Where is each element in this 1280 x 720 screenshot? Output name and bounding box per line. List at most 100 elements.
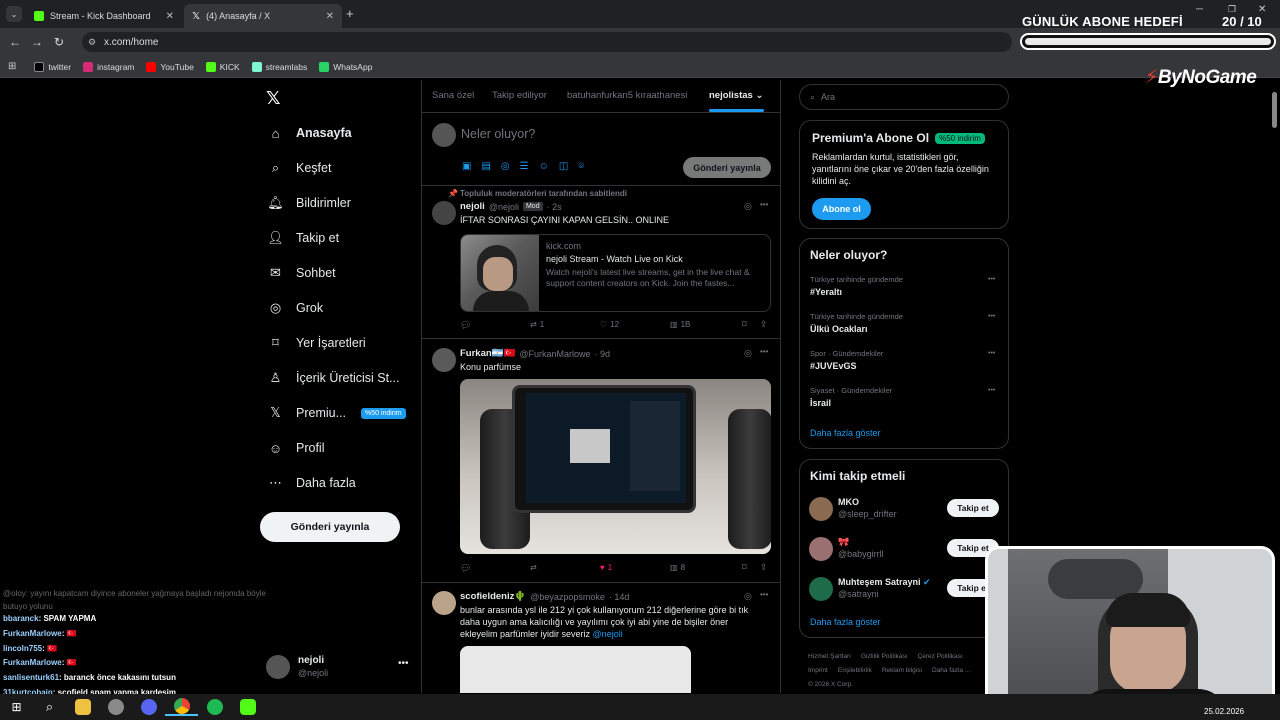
search-input[interactable]: ⌕ Ara: [799, 84, 1009, 110]
back-icon[interactable]: ←: [4, 35, 26, 49]
discord-button[interactable]: [132, 699, 165, 715]
footer-link[interactable]: Imprint: [808, 667, 828, 674]
post-author-name[interactable]: nejoli: [460, 201, 485, 212]
page-scrollbar[interactable]: [1272, 92, 1277, 128]
reply-button[interactable]: 💬︎: [460, 320, 474, 331]
tab-for-you[interactable]: Sana özel: [432, 90, 474, 101]
suggestion-avatar[interactable]: [809, 577, 833, 601]
post-photo[interactable]: [460, 646, 691, 693]
grok-icon[interactable]: ◎: [744, 201, 752, 212]
post-author-handle[interactable]: @beyazpopsmoke: [530, 592, 605, 602]
post-time[interactable]: · 2s: [547, 202, 562, 212]
post-avatar[interactable]: [432, 348, 456, 372]
follow-button[interactable]: Takip et: [947, 499, 999, 517]
poll-icon[interactable]: ☰: [520, 161, 529, 172]
share-button[interactable]: ⇪: [760, 562, 768, 573]
nav-item-profile[interactable]: ☺ Profil: [268, 438, 325, 458]
nav-item-more-circle[interactable]: ⋯ Daha fazla: [268, 473, 356, 493]
forward-icon[interactable]: →: [26, 35, 48, 49]
share-button[interactable]: ⇪: [760, 319, 768, 330]
footer-link[interactable]: Hizmet Şartları: [808, 653, 851, 660]
trend-name[interactable]: İsrail: [810, 398, 831, 408]
compose-post-button[interactable]: Gönderi yayınla: [683, 157, 771, 178]
post-button[interactable]: Gönderi yayınla: [260, 512, 400, 542]
who-show-more[interactable]: Daha fazla göster: [810, 617, 881, 627]
start-button[interactable]: ⊞: [0, 700, 33, 714]
more-dots-icon[interactable]: •••: [988, 276, 995, 283]
post-photo[interactable]: [460, 379, 771, 554]
browser-tab-kick[interactable]: Stream - Kick Dashboard ✕: [26, 4, 182, 28]
post-author-handle[interactable]: @FurkanMarlowe: [519, 349, 590, 359]
kick-studio-button[interactable]: [231, 699, 264, 715]
reload-icon[interactable]: ↻: [48, 35, 70, 49]
bookmark-instagram[interactable]: instagram: [83, 61, 134, 72]
nav-item-mail[interactable]: ✉ Sohbet: [268, 263, 336, 283]
reply-button[interactable]: 💬︎: [460, 563, 474, 574]
emoji-icon[interactable]: ☺: [539, 161, 549, 172]
more-dots-icon[interactable]: •••: [988, 387, 995, 394]
post-author-name[interactable]: scofieldeniz🌵: [460, 591, 526, 602]
x-home-logo[interactable]: 𝕏: [266, 88, 281, 109]
grok-icon[interactable]: ◎: [744, 591, 752, 602]
suggestion-name[interactable]: Muhteşem Satrayni ✔: [838, 577, 931, 588]
link-card[interactable]: kick.com nejoli Stream - Watch Live on K…: [460, 234, 771, 312]
new-tab-button[interactable]: +: [346, 6, 354, 21]
browser-tab-x[interactable]: 𝕏 (4) Anasayfa / X ✕: [184, 4, 342, 28]
trend-name[interactable]: #Yeraltı: [810, 287, 842, 297]
post-avatar[interactable]: [432, 591, 456, 615]
tab-following[interactable]: Takip ediliyor: [492, 90, 547, 101]
bookmark-youtube[interactable]: YouTube: [146, 61, 194, 72]
repost-button[interactable]: ⇄: [530, 563, 540, 572]
nav-item-bookmark[interactable]: ⌑ Yer İşaretleri: [268, 333, 366, 353]
footer-link[interactable]: Daha fazla ...: [932, 667, 970, 674]
footer-link[interactable]: Gizlilik Politikası: [861, 653, 908, 660]
account-switcher[interactable]: nejoli @nejoli •••: [266, 652, 416, 684]
post-scofieldeniz[interactable]: scofieldeniz🌵 @beyazpopsmoke · 14d ◎ •••…: [422, 584, 780, 693]
footer-link[interactable]: Erişilebilirlik: [838, 667, 872, 674]
nav-item-creator-studio[interactable]: ♙ İçerik Üreticisi St...: [268, 368, 400, 388]
post-time[interactable]: · 14d: [609, 592, 630, 602]
nav-item-search[interactable]: ⌕ Keşfet: [268, 158, 332, 178]
spotify-button[interactable]: [198, 699, 231, 715]
more-dots-icon[interactable]: •••: [760, 200, 768, 209]
chrome-button[interactable]: [165, 698, 198, 716]
nav-item-x-premium[interactable]: 𝕏 Premiu... %50 indirim: [268, 403, 406, 423]
nav-item-grok[interactable]: ◎ Grok: [268, 298, 323, 318]
suggestion-avatar[interactable]: [809, 537, 833, 561]
app-button[interactable]: [99, 699, 132, 715]
like-button[interactable]: ♥ 1: [600, 563, 612, 572]
suggestion-name[interactable]: MKO: [838, 497, 859, 507]
more-dots-icon[interactable]: •••: [760, 347, 768, 356]
trend-name[interactable]: #JUVEvGS: [810, 361, 857, 371]
like-button[interactable]: ♡ 12: [600, 320, 619, 329]
tab-community-kiraathanesi[interactable]: batuhanfurkan5 kıraathanesi: [567, 90, 687, 101]
post-avatar[interactable]: [432, 201, 456, 225]
nav-item-bell[interactable]: 🔔︎ Bildirimler: [267, 193, 351, 213]
minimize-icon[interactable]: ─: [1196, 4, 1203, 15]
mention-link[interactable]: @nejoli: [593, 629, 623, 639]
grok-icon[interactable]: ◎: [744, 348, 752, 359]
post-furkan[interactable]: Furkan🇦🇷🇹🇷 @FurkanMarlowe · 9d ◎ ••• Kon…: [422, 340, 780, 583]
bookmark-whatsapp[interactable]: WhatsApp: [319, 61, 372, 72]
footer-link[interactable]: Çerez Politikası: [918, 653, 963, 660]
bookmark-button[interactable]: ⌑: [742, 319, 747, 330]
compose-input[interactable]: Neler oluyor?: [461, 127, 535, 141]
gif-icon[interactable]: ▤: [481, 161, 490, 172]
image-icon[interactable]: ▣: [462, 161, 471, 172]
more-dots-icon[interactable]: •••: [760, 590, 768, 599]
bookmark-twitter[interactable]: twitter: [34, 61, 71, 72]
bookmark-kick[interactable]: KICK: [205, 61, 240, 72]
site-info-icon[interactable]: ⚙: [88, 37, 96, 48]
more-dots-icon[interactable]: •••: [398, 658, 409, 669]
footer-link[interactable]: Reklam bilgisi: [882, 667, 922, 674]
views-button[interactable]: ▥ 1B: [670, 320, 690, 329]
apps-grid-icon[interactable]: ⊞: [8, 61, 16, 72]
trends-show-more[interactable]: Daha fazla göster: [810, 428, 881, 438]
bookmark-streamlabs[interactable]: streamlabs: [251, 61, 307, 72]
close-tab-icon[interactable]: ✕: [166, 11, 174, 22]
post-pinned[interactable]: 📌 Topluluk moderatörleri tarafından sabi…: [422, 186, 780, 339]
trend-name[interactable]: Ülkü Ocakları: [810, 324, 868, 334]
more-dots-icon[interactable]: •••: [988, 313, 995, 320]
file-explorer-button[interactable]: [66, 699, 99, 715]
repost-button[interactable]: ⇄ 1: [530, 320, 544, 329]
